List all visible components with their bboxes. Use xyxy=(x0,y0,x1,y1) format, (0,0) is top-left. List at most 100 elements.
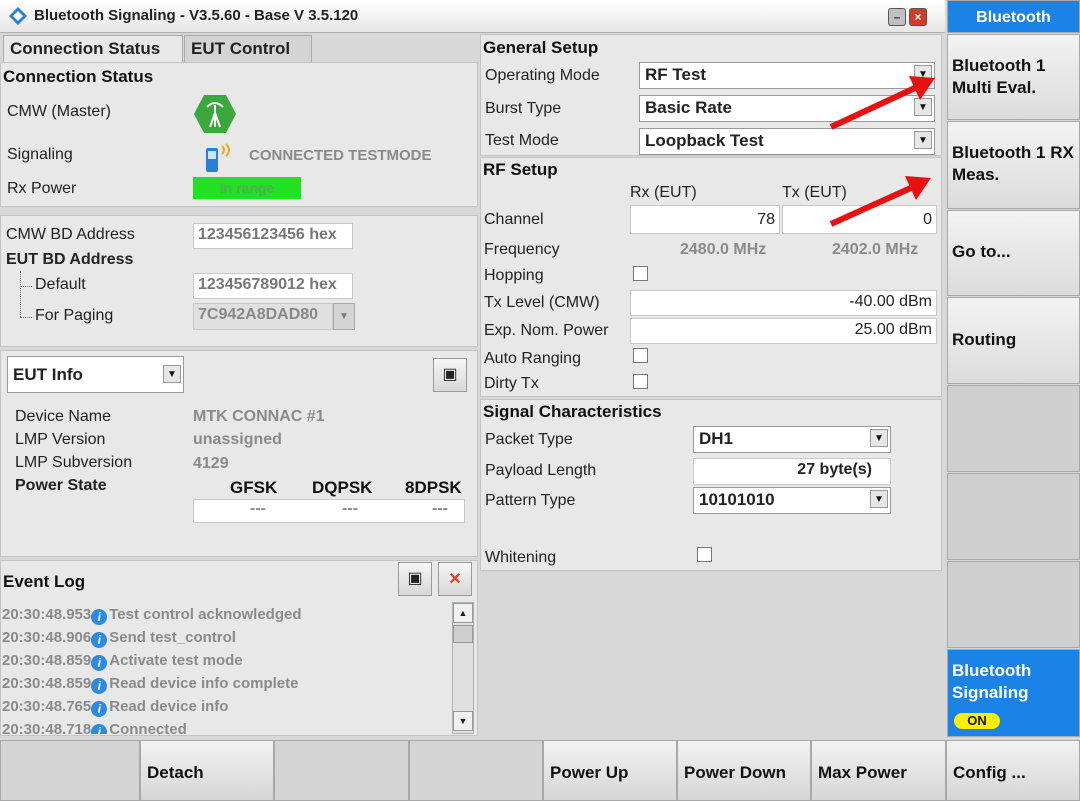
auto-ranging-label: Auto Ranging xyxy=(484,350,581,367)
rx-eut-header: Rx (EUT) xyxy=(630,184,697,201)
info-icon: i xyxy=(91,609,108,625)
detach-button[interactable]: Detach xyxy=(140,740,274,801)
general-setup-header: General Setup xyxy=(483,38,599,57)
auto-ranging-checkbox[interactable] xyxy=(633,348,648,363)
pattern-select[interactable]: 10101010 ▼ xyxy=(693,487,891,514)
empty-bottom-key xyxy=(274,740,409,801)
cmw-bd-field[interactable]: 123456123456 hex xyxy=(193,223,353,249)
rf-setup-header: RF Setup xyxy=(483,160,558,179)
pattern-label: Pattern Type xyxy=(485,492,576,509)
red-arrows xyxy=(829,76,935,227)
gfsk-header: GFSK xyxy=(230,478,278,497)
whitening-label: Whitening xyxy=(485,549,557,566)
eut-info-select[interactable]: EUT Info ▼ xyxy=(7,356,184,393)
exp-power-label: Exp. Nom. Power xyxy=(484,322,609,339)
multi-eval-softkey[interactable]: Bluetooth 1 Multi Eval. xyxy=(947,34,1080,120)
default-bd-field[interactable]: 123456789012 hex xyxy=(193,273,353,299)
config-button[interactable]: Config ... xyxy=(946,740,1080,801)
close-icon[interactable]: × xyxy=(909,8,927,26)
packet-type-select[interactable]: DH1 ▼ xyxy=(693,426,891,453)
eut-info-maximize-button[interactable]: ▣ xyxy=(433,358,467,392)
paging-bd-field[interactable]: 7C942A8DAD80 xyxy=(193,303,333,330)
info-icon: i xyxy=(91,678,108,694)
tab-connection-status[interactable]: Connection Status xyxy=(3,35,183,62)
device-name-label: Device Name xyxy=(15,408,112,425)
title-bar: Bluetooth Signaling - V3.5.60 - Base V 3… xyxy=(0,0,945,33)
burst-type-label: Burst Type xyxy=(485,100,562,117)
signaling-state: CONNECTED TESTMODE xyxy=(249,147,432,164)
rx-meas-softkey[interactable]: Bluetooth 1 RX Meas. xyxy=(947,121,1080,209)
power-up-button[interactable]: Power Up xyxy=(543,740,677,801)
power-state-label: Power State xyxy=(15,477,107,494)
lmp-subversion-value: 4129 xyxy=(193,455,229,472)
lmp-version-value: unassigned xyxy=(193,431,282,448)
burst-type-value: Basic Rate xyxy=(645,98,732,117)
tab-eut-control[interactable]: EUT Control xyxy=(184,35,312,62)
goto-softkey[interactable]: Go to... xyxy=(947,210,1080,296)
log-entry: 20:30:48.765 i Read device info xyxy=(2,698,229,717)
info-icon: i xyxy=(91,655,108,671)
chevron-down-icon: ▼ xyxy=(163,365,181,383)
window-title: Bluetooth Signaling - V3.5.60 - Base V 3… xyxy=(34,7,359,24)
cmw-label: CMW (Master) xyxy=(7,103,111,120)
max-power-button[interactable]: Max Power xyxy=(811,740,946,801)
event-log-clear-button[interactable]: × xyxy=(438,562,472,596)
chevron-down-icon: ▼ xyxy=(870,429,888,447)
8dpsk-value: --- xyxy=(432,500,448,517)
pattern-value: 10101010 xyxy=(699,490,775,509)
event-log-header: Event Log xyxy=(3,572,86,591)
log-scrollbar[interactable]: ▲ ▼ xyxy=(452,602,474,734)
bluetooth-header: Bluetooth xyxy=(947,0,1080,33)
scroll-thumb[interactable] xyxy=(453,625,473,643)
scroll-up-icon[interactable]: ▲ xyxy=(453,603,473,623)
payload-field[interactable]: 27 byte(s) xyxy=(693,458,891,485)
log-entry: 20:30:48.906 i Send test_control xyxy=(2,629,236,648)
operating-mode-value: RF Test xyxy=(645,65,707,84)
channel-label: Channel xyxy=(484,211,544,228)
whitening-checkbox[interactable] xyxy=(697,547,712,562)
empty-softkey xyxy=(947,473,1080,560)
info-icon: i xyxy=(91,632,108,648)
phone-connected-icon xyxy=(206,143,230,172)
packet-type-label: Packet Type xyxy=(485,431,573,448)
cmw-bd-label: CMW BD Address xyxy=(6,226,135,243)
lmp-subversion-label: LMP Subversion xyxy=(15,454,133,471)
payload-label: Payload Length xyxy=(485,462,597,479)
scroll-down-icon[interactable]: ▼ xyxy=(453,711,473,731)
signaling-label: Signaling xyxy=(7,146,73,163)
signal-header: Signal Characteristics xyxy=(483,402,662,421)
app-logo-icon xyxy=(9,7,27,25)
routing-softkey[interactable]: Routing xyxy=(947,297,1080,384)
signal-panel xyxy=(480,399,942,571)
minimize-icon[interactable]: – xyxy=(888,8,906,26)
rx-power-indicator: In range xyxy=(193,177,301,199)
dqpsk-value: --- xyxy=(342,500,358,517)
info-icon: i xyxy=(91,701,108,717)
on-badge: ON xyxy=(954,713,1000,729)
exp-power-field[interactable]: 25.00 dBm xyxy=(630,318,937,344)
chevron-down-icon: ▼ xyxy=(870,490,888,508)
tree-branch xyxy=(20,286,32,287)
channel-rx-field[interactable]: 78 xyxy=(630,205,780,234)
frequency-rx-value: 2480.0 MHz xyxy=(680,241,767,258)
device-name-value: MTK CONNAC #1 xyxy=(193,408,325,425)
lmp-version-label: LMP Version xyxy=(15,431,106,448)
paging-dropdown-icon[interactable]: ▼ xyxy=(333,303,355,330)
default-label: Default xyxy=(35,276,86,293)
event-log-maximize-button[interactable]: ▣ xyxy=(398,562,432,596)
power-down-button[interactable]: Power Down xyxy=(677,740,811,801)
frequency-tx-value: 2402.0 MHz xyxy=(832,241,919,258)
empty-bottom-key xyxy=(0,740,140,801)
tx-level-field[interactable]: -40.00 dBm xyxy=(630,290,937,316)
hopping-label: Hopping xyxy=(484,267,544,284)
signaling-softkey[interactable]: Bluetooth Signaling ON xyxy=(947,649,1080,737)
power-state-row xyxy=(193,499,465,523)
signaling-softkey-label: Bluetooth Signaling xyxy=(952,661,1032,702)
connection-status-header: Connection Status xyxy=(3,67,154,86)
eut-bd-label: EUT BD Address xyxy=(6,251,134,268)
operating-mode-label: Operating Mode xyxy=(485,67,600,84)
tx-level-label: Tx Level (CMW) xyxy=(484,294,600,311)
hopping-checkbox[interactable] xyxy=(633,266,648,281)
log-entry: 20:30:48.718 i Connected xyxy=(2,721,187,734)
dirty-tx-checkbox[interactable] xyxy=(633,374,648,389)
